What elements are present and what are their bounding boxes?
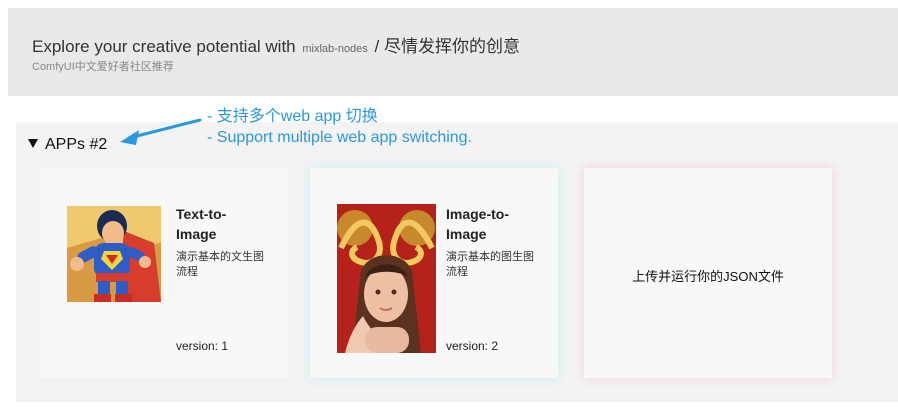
- app-card-text-to-image[interactable]: Text-to-Image 演示基本的文生图流程 version: 1: [40, 168, 288, 378]
- app-card-description: 演示基本的图生图流程: [446, 251, 534, 278]
- apps-summary-label: APPs #2: [45, 136, 108, 153]
- annotation-arrow-icon: [120, 118, 202, 145]
- superhero-thumbnail: [67, 206, 161, 302]
- app-card-title: Image-to-Image: [446, 206, 509, 242]
- apps-summary-toggle[interactable]: APPs #2: [28, 136, 107, 154]
- upload-json-label: 上传并运行你的JSON文件: [632, 269, 784, 284]
- triangle-down-icon: [28, 139, 38, 148]
- header-banner: Explore your creative potential with mix…: [8, 8, 898, 96]
- header-title-tail: / 尽情发挥你的创意: [374, 37, 520, 56]
- header-brand: mixlab-nodes: [302, 43, 368, 55]
- app-card-title: Text-to-Image: [176, 206, 227, 242]
- apps-panel: APPs #2 Text-to-Image 演示基本的文生图流程 version…: [16, 122, 898, 402]
- header-subtitle: ComfyUI中文爱好者社区推荐: [32, 61, 174, 73]
- annotation-line-1: - 支持多个web app 切换: [207, 108, 378, 125]
- app-card-description: 演示基本的文生图流程: [176, 251, 264, 278]
- portrait-thumbnail: [337, 204, 436, 353]
- app-card-version: version: 2: [446, 339, 499, 353]
- app-card-image-to-image[interactable]: Image-to-Image 演示基本的图生图流程 version: 2: [310, 168, 558, 378]
- upload-json-card[interactable]: 上传并运行你的JSON文件: [584, 168, 832, 378]
- app-card-version: version: 1: [176, 339, 229, 353]
- header-title: Explore your creative potential with mix…: [32, 32, 520, 57]
- header-title-main: Explore your creative potential with: [32, 37, 296, 56]
- feature-annotation: - 支持多个web app 切换 - Support multiple web …: [207, 106, 472, 148]
- page: Explore your creative potential with mix…: [0, 0, 898, 420]
- annotation-line-2: - Support multiple web app switching.: [207, 129, 473, 146]
